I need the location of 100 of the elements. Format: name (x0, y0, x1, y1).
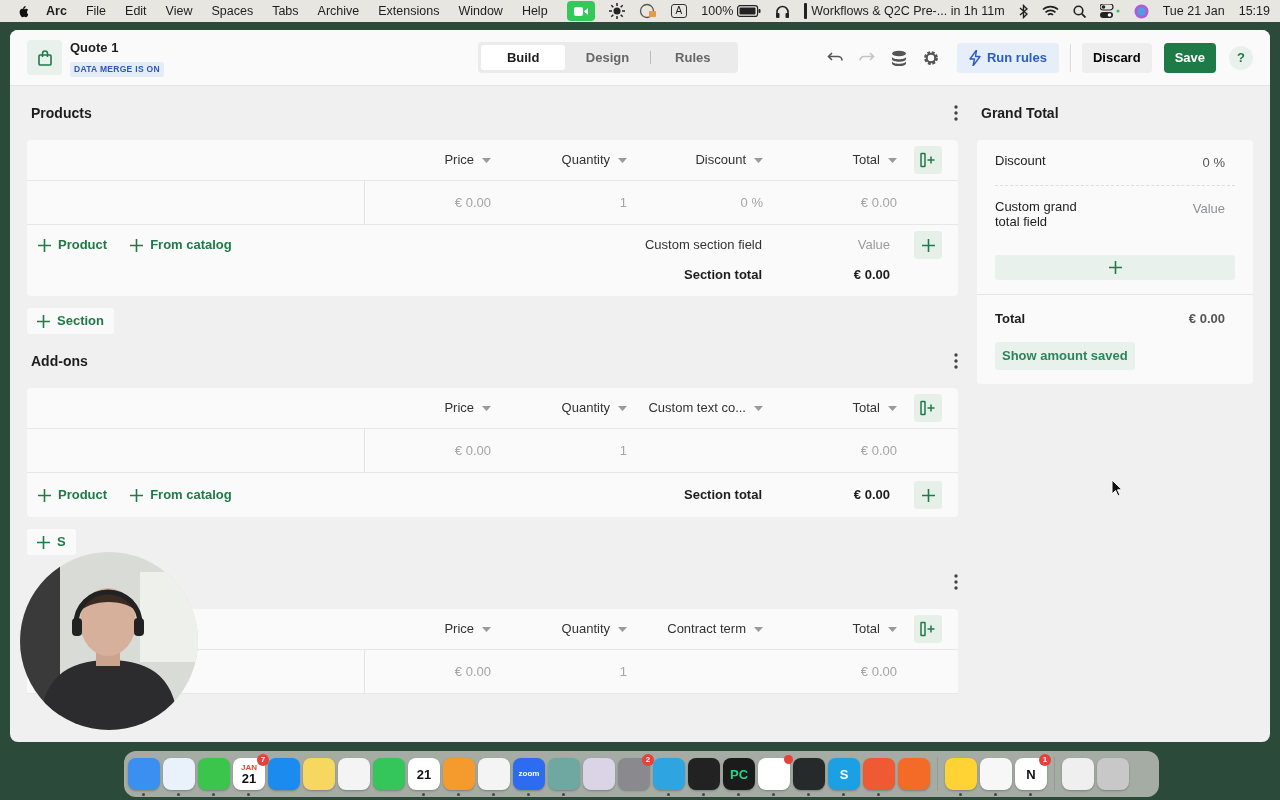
input-source-indicator[interactable]: A (670, 4, 688, 18)
column-header[interactable]: Quantity (561, 398, 610, 418)
cursor-icon (1111, 479, 1123, 497)
notification-badge: 7 (257, 754, 269, 766)
add-field-button[interactable] (914, 481, 942, 509)
menu-item[interactable]: Window (458, 1, 503, 21)
menu-date[interactable]: Tue 21 Jan (1162, 1, 1225, 21)
video-camera-icon (573, 6, 588, 16)
table-cell: € 0.00 (454, 195, 491, 211)
shopping-bag-icon (37, 49, 52, 66)
tab[interactable]: Build (481, 45, 566, 70)
app-menu[interactable]: Arc (46, 1, 67, 21)
caret-icon (618, 157, 627, 163)
column-header[interactable]: Total (852, 150, 880, 170)
video-call-indicator[interactable] (566, 1, 595, 21)
menu-clock[interactable]: 15:19 (1238, 1, 1270, 21)
add-column-icon (920, 152, 936, 168)
caret-icon (618, 405, 627, 411)
column-header[interactable]: Contract term (667, 619, 746, 639)
field-label: Custom section field (644, 237, 762, 253)
tab[interactable]: Design (565, 45, 650, 70)
add-product-button[interactable]: Product (38, 235, 108, 255)
section-total-value: € 0.00 (853, 487, 890, 503)
column-header[interactable]: Price (444, 619, 474, 639)
quote-title: Quote 1 (70, 39, 119, 58)
table-cell: 1 (619, 664, 627, 680)
caret-icon (888, 626, 897, 632)
plus-icon (130, 238, 144, 252)
menu-item[interactable]: Help (521, 1, 548, 21)
database-icon (890, 49, 907, 66)
apple-icon[interactable] (18, 3, 29, 19)
plus-icon (1108, 260, 1122, 274)
column-header[interactable]: Price (444, 150, 474, 170)
plus-icon (130, 488, 144, 502)
menu-item[interactable]: Extensions (378, 1, 440, 21)
add-from-catalog-button[interactable]: From catalog (130, 485, 232, 505)
plus-icon (921, 488, 935, 502)
column-header[interactable]: Quantity (561, 619, 610, 639)
calendar-marker-icon (804, 3, 808, 19)
add-field-button[interactable] (914, 231, 942, 259)
total-label: Total (995, 309, 1026, 328)
column-header[interactable]: Price (444, 398, 474, 418)
table-cell: 1 (619, 443, 627, 459)
discard-button[interactable]: Discard (1081, 42, 1152, 73)
battery-icon[interactable] (737, 5, 762, 17)
section-total-value: € 0.00 (853, 267, 890, 282)
control-center-icon[interactable] (1099, 4, 1120, 18)
plus-icon (921, 238, 935, 252)
bluetooth-icon[interactable] (1018, 3, 1028, 19)
lock-badge-icon[interactable] (638, 3, 657, 19)
caret-icon (482, 157, 491, 163)
save-button[interactable]: Save (1163, 42, 1216, 73)
menu-item[interactable]: Spaces (211, 1, 254, 21)
section-title: Add-ons (31, 351, 88, 371)
column-header[interactable]: Quantity (561, 150, 610, 170)
add-column-button[interactable] (914, 394, 942, 422)
add-column-button[interactable] (914, 615, 942, 643)
column-header[interactable]: Total (852, 398, 880, 418)
add-from-catalog-button[interactable]: From catalog (130, 235, 232, 255)
tab[interactable]: Rules (650, 45, 735, 70)
show-amount-saved-button[interactable]: Show amount saved (995, 342, 1135, 370)
more-options-icon[interactable] (954, 574, 958, 590)
assistant-icon[interactable] (1133, 3, 1149, 19)
section-total-label: Section total (684, 487, 762, 503)
column-header[interactable]: Custom text co... (648, 398, 746, 418)
menu-item[interactable]: File (85, 1, 107, 21)
headphones-icon[interactable] (775, 3, 791, 19)
caret-icon (482, 626, 491, 632)
caret-icon (754, 626, 763, 632)
notification-badge: 2 (642, 754, 654, 766)
plus-icon (37, 314, 50, 328)
add-column-button[interactable] (914, 146, 942, 174)
menu-item[interactable]: Archive (317, 1, 360, 21)
settings-icon (922, 49, 939, 66)
table-cell: 0 % (740, 195, 763, 211)
add-field-button[interactable] (995, 254, 1235, 280)
calendar-event[interactable]: Workflows & Q2C Pre-... in 1h 11m (811, 1, 1005, 21)
table-cell: € 0.00 (860, 443, 897, 459)
search-icon[interactable] (1072, 4, 1086, 18)
add-section-button[interactable]: S (27, 529, 76, 555)
more-options-icon[interactable] (954, 105, 958, 121)
menu-item[interactable]: Tabs (272, 1, 299, 21)
column-header[interactable]: Total (852, 619, 880, 639)
caret-icon (754, 405, 763, 411)
plus-icon (37, 535, 50, 549)
run-rules-button[interactable]: Run rules (956, 42, 1059, 73)
sun-icon[interactable] (608, 3, 625, 19)
add-column-icon (920, 621, 936, 637)
lightning-icon (968, 49, 981, 66)
plus-icon (38, 238, 51, 252)
more-options-icon[interactable] (954, 353, 958, 369)
menu-item[interactable]: Edit (125, 1, 147, 21)
add-section-button[interactable]: Section (27, 308, 114, 334)
menu-item[interactable]: View (165, 1, 193, 21)
column-header[interactable]: Discount (695, 150, 746, 170)
status-badge: DATA MERGE IS ON (70, 61, 164, 77)
help-button[interactable]: ? (1229, 45, 1253, 70)
wifi-icon[interactable] (1041, 4, 1059, 18)
add-product-button[interactable]: Product (38, 485, 108, 505)
section-total-label: Section total (684, 267, 762, 282)
